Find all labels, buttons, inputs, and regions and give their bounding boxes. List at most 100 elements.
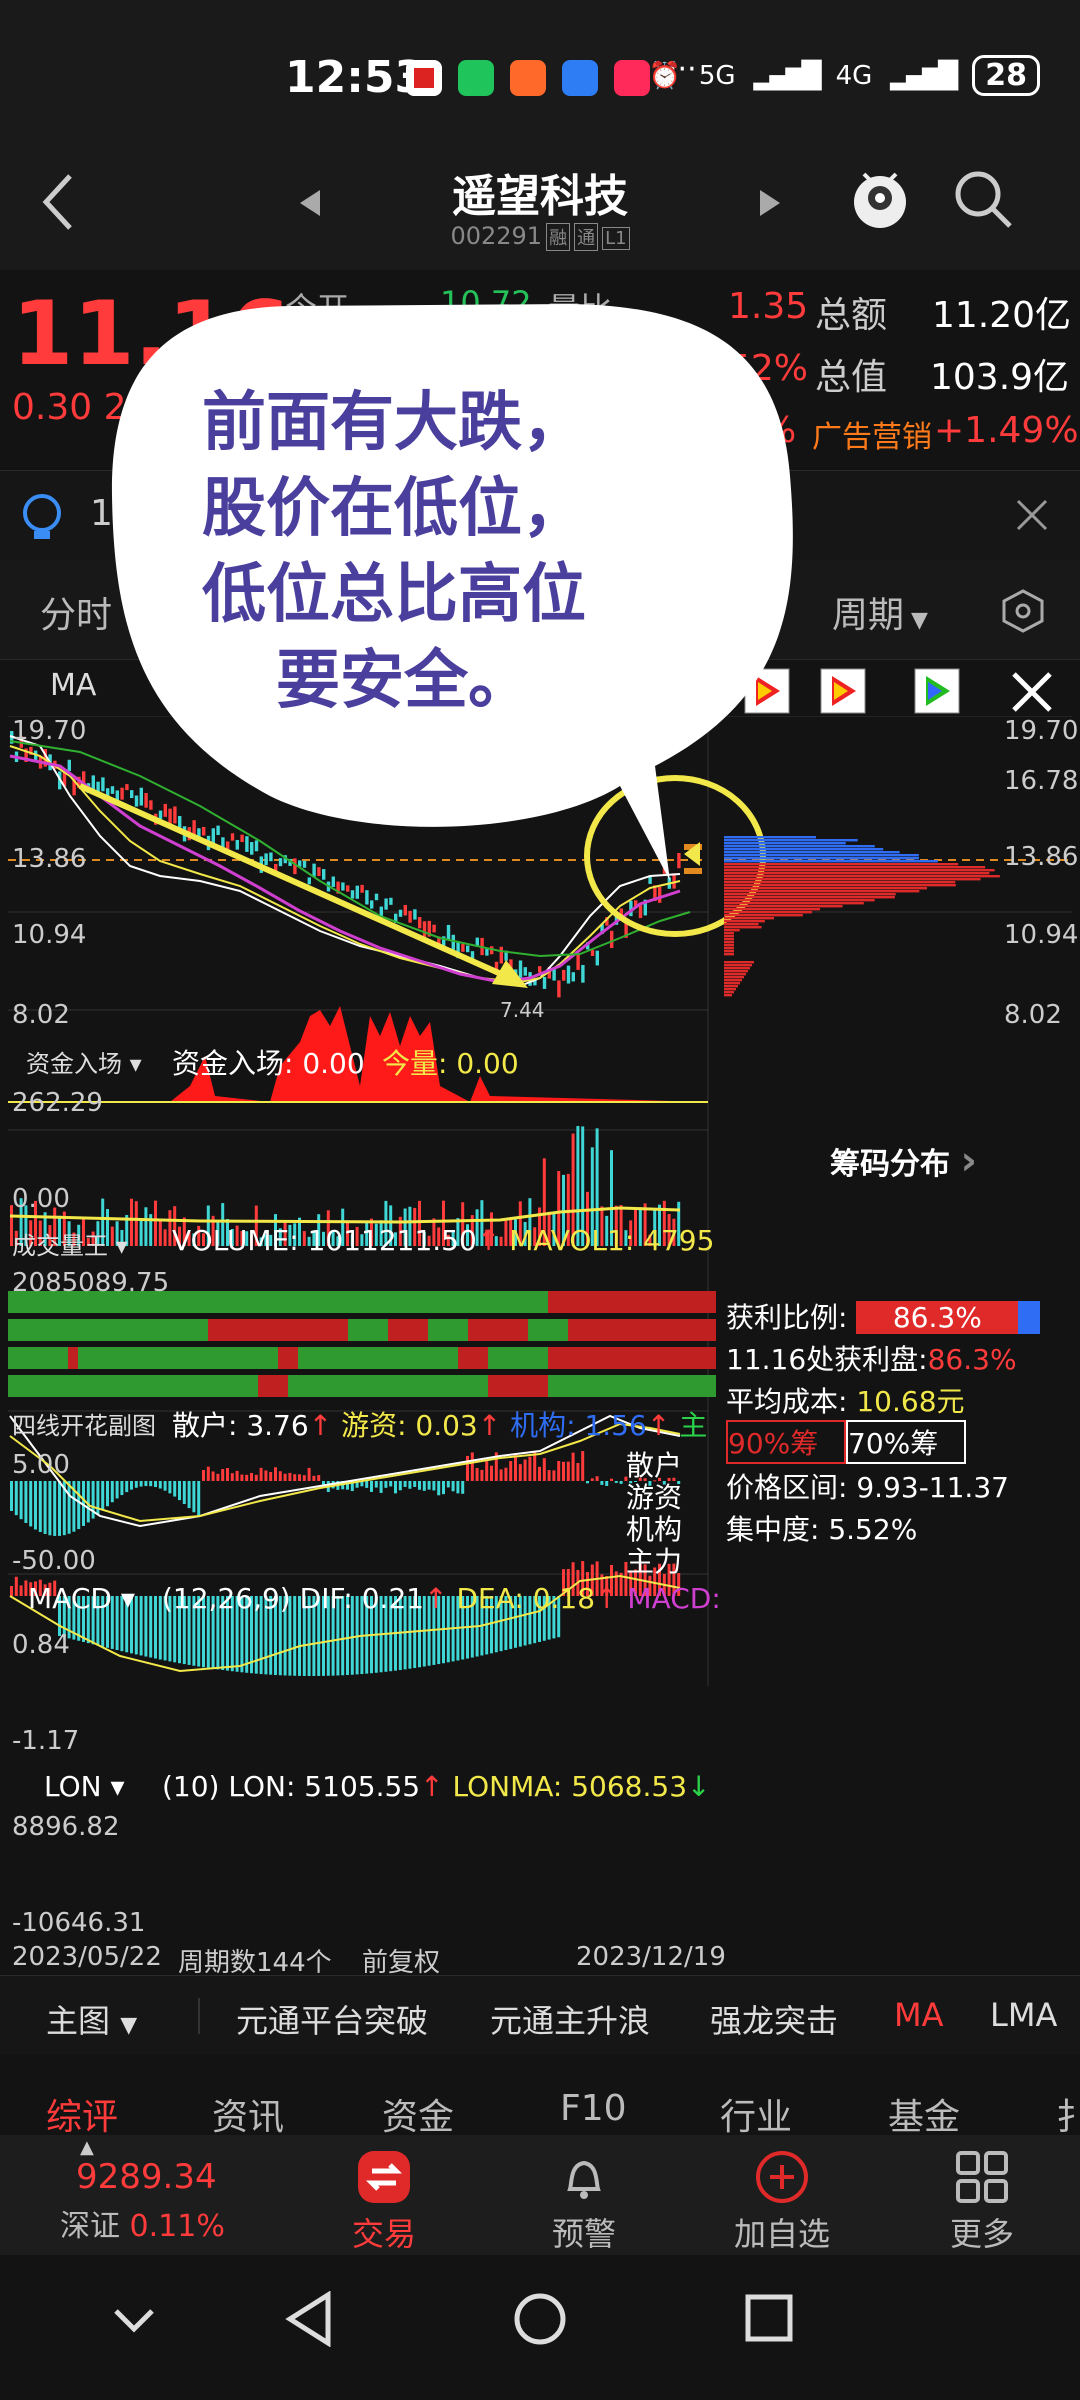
- btn-90-chip[interactable]: 90%筹: [726, 1420, 846, 1464]
- chip-title[interactable]: 筹码分布 ›: [830, 1138, 977, 1184]
- macd-bar: [278, 1471, 282, 1481]
- lon-bar: [154, 1596, 157, 1659]
- low-price-marker: 7.44: [500, 998, 545, 1022]
- chip-bar: [724, 938, 734, 941]
- macd-bar: [58, 1481, 61, 1536]
- macd-bar: [538, 1466, 541, 1481]
- battery-indicator: 28: [972, 55, 1040, 96]
- fourline-segment: [548, 1347, 716, 1369]
- next-stock-icon[interactable]: [758, 188, 782, 218]
- add-circle-icon[interactable]: [754, 2149, 810, 2205]
- more-label[interactable]: 更多: [950, 2209, 1014, 2255]
- candle: [461, 944, 465, 952]
- volume-indicator-name[interactable]: 成交量王 ▾: [12, 1226, 128, 1261]
- candle: [466, 945, 470, 953]
- macd-bar: [254, 1474, 258, 1481]
- tab[interactable]: 行业: [720, 2088, 792, 2140]
- chip-bar: [724, 967, 750, 970]
- sector-label[interactable]: 广告营销: [812, 412, 932, 456]
- home-circle-icon[interactable]: [512, 2291, 568, 2347]
- volume-bar: [163, 1229, 167, 1246]
- add-watchlist-label[interactable]: 加自选: [734, 2209, 830, 2255]
- macd-bar: [418, 1481, 421, 1490]
- volume-top: 2085089.75: [12, 1268, 170, 1298]
- chip-bar: [724, 929, 740, 932]
- tab-active[interactable]: 综评: [46, 2088, 118, 2140]
- chip-bar: [724, 935, 734, 938]
- macd-bar: [259, 1467, 263, 1481]
- mascot-icon[interactable]: [850, 164, 910, 236]
- signal-icon-red[interactable]: [820, 668, 866, 714]
- search-icon[interactable]: [952, 168, 1016, 232]
- bubble-line-4: 要安全。: [276, 644, 532, 718]
- bubble-line-2: 股价在低位，: [202, 472, 586, 546]
- recents-square-icon[interactable]: [744, 2293, 794, 2343]
- menu-item[interactable]: 强龙突击: [710, 1996, 838, 2042]
- chip-bar: [724, 926, 762, 929]
- macd-bar: [610, 1478, 613, 1481]
- tab[interactable]: 资讯: [212, 2088, 284, 2140]
- candle: [422, 921, 427, 939]
- macd-bars: [10, 1451, 681, 1536]
- lon-indicator-name[interactable]: LON ▾: [44, 1770, 125, 1803]
- index-value[interactable]: 9289.34: [76, 2157, 217, 2197]
- up-caret-icon: ▲: [80, 2137, 94, 2158]
- fund-indicator-name[interactable]: 资金入场 ▾: [26, 1044, 142, 1079]
- menu-item[interactable]: 元通主升浪: [490, 1996, 650, 2042]
- main-chart-select[interactable]: 主图 ▼: [46, 1996, 137, 2042]
- ma-label[interactable]: MA: [50, 668, 96, 703]
- macd-bar: [86, 1481, 90, 1523]
- macd-bar: [125, 1481, 129, 1493]
- tab[interactable]: 基金: [888, 2088, 960, 2140]
- macd-indicator-name[interactable]: MACD ▾: [28, 1582, 135, 1615]
- tab[interactable]: 扌: [1056, 2088, 1080, 2140]
- chip-bar: [724, 917, 775, 920]
- bell-icon[interactable]: [556, 2149, 612, 2205]
- menu-item[interactable]: 元通平台突破: [236, 1996, 428, 2042]
- back-triangle-icon[interactable]: [284, 2291, 334, 2347]
- tab[interactable]: 资金: [382, 2088, 454, 2140]
- chevron-down-icon: ▼: [904, 608, 928, 633]
- index-line[interactable]: 深证 0.11%: [60, 2201, 225, 2245]
- macd-bar: [274, 1467, 277, 1481]
- alert-label[interactable]: 预警: [552, 2209, 616, 2255]
- macd-bar: [413, 1481, 417, 1487]
- fourline-indicator-name[interactable]: 四线开花副图: [12, 1406, 156, 1441]
- macd-bar: [542, 1458, 546, 1481]
- macd-bar: [120, 1481, 124, 1496]
- grid-more-icon[interactable]: [954, 2149, 1010, 2205]
- candle: [518, 960, 523, 978]
- macd-bar: [562, 1461, 565, 1481]
- volume-bar: [158, 1219, 162, 1246]
- menu-item[interactable]: LMA: [990, 1996, 1057, 2034]
- close-icon[interactable]: [1012, 495, 1052, 535]
- lon-bar: [14, 1576, 18, 1596]
- macd-bar: [370, 1481, 373, 1492]
- fourline-segment: [8, 1319, 208, 1341]
- trade-icon[interactable]: [356, 2149, 412, 2205]
- tab-period[interactable]: 周期 ▼: [832, 586, 928, 638]
- sector-change: +1.49%: [934, 410, 1079, 451]
- settings-hexagon-icon[interactable]: [1000, 588, 1046, 634]
- status-bar: 12:53 ··· ⏰ 5G ▂▄▆█ 4G ▂▄▆█ 28: [0, 0, 1080, 150]
- chevron-down-icon[interactable]: [110, 2305, 158, 2335]
- candle: [571, 972, 575, 982]
- close-icon[interactable]: [1010, 670, 1054, 714]
- btn-70-chip[interactable]: 70%筹: [846, 1420, 966, 1464]
- right-y-tick: 19.70: [1004, 716, 1079, 746]
- macd-bar: [134, 1481, 138, 1488]
- volume-bar: [154, 1200, 157, 1246]
- stock-header: 遥望科技 002291 融通 L1: [0, 150, 1080, 270]
- stock-code-line: 002291 融通 L1: [0, 222, 1080, 251]
- fourline-segment: [388, 1319, 428, 1341]
- fourline-segment: [568, 1319, 716, 1341]
- lon-bar: [10, 1586, 13, 1596]
- tab[interactable]: F10: [560, 2088, 627, 2129]
- macd-bar: [115, 1481, 119, 1499]
- menu-item-active[interactable]: MA: [894, 1996, 944, 2034]
- fourline-bars: [8, 1291, 716, 1397]
- signal-icon-green[interactable]: [914, 668, 960, 714]
- macd-bar: [106, 1481, 109, 1507]
- fourline-top: 5.00: [12, 1450, 70, 1480]
- trade-label[interactable]: 交易: [352, 2209, 416, 2255]
